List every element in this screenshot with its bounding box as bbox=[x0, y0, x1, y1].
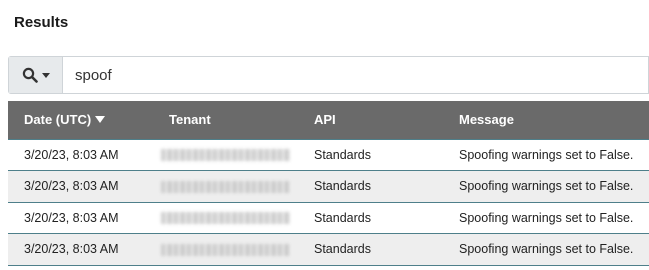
page-title: Results bbox=[14, 14, 69, 31]
cell-api: Standards bbox=[314, 147, 371, 162]
cell-api: Standards bbox=[314, 179, 371, 194]
chevron-down-icon bbox=[41, 72, 50, 78]
table-header-row: Date (UTC) Tenant API Message bbox=[8, 101, 649, 139]
table-row[interactable]: 3/20/23, 8:03 AM Standards Spoofing warn… bbox=[8, 139, 649, 171]
table-row[interactable]: 3/20/23, 8:03 AM Standards Spoofing warn… bbox=[8, 170, 649, 203]
cell-message: Spoofing warnings set to False. bbox=[459, 179, 634, 194]
column-header-message[interactable]: Message bbox=[443, 101, 649, 139]
cell-tenant-redacted bbox=[153, 234, 298, 266]
cell-date: 3/20/23, 8:03 AM bbox=[24, 179, 119, 194]
search-input[interactable] bbox=[63, 57, 648, 93]
search-icon bbox=[22, 67, 38, 83]
cell-date: 3/20/23, 8:03 AM bbox=[24, 210, 119, 225]
table-row[interactable]: 3/20/23, 8:03 AM Standards Spoofing warn… bbox=[8, 202, 649, 234]
search-bar bbox=[8, 56, 649, 94]
cell-message: Spoofing warnings set to False. bbox=[459, 242, 634, 257]
cell-date: 3/20/23, 8:03 AM bbox=[24, 147, 119, 162]
cell-tenant-redacted bbox=[153, 171, 298, 203]
cell-tenant-redacted bbox=[153, 139, 298, 171]
cell-date: 3/20/23, 8:03 AM bbox=[24, 242, 119, 257]
results-table: Date (UTC) Tenant API Message 3/20/23, 8… bbox=[8, 101, 649, 266]
cell-message: Spoofing warnings set to False. bbox=[459, 147, 634, 162]
column-header-tenant[interactable]: Tenant bbox=[153, 101, 298, 139]
table-row[interactable]: 3/20/23, 8:03 AM Standards Spoofing warn… bbox=[8, 233, 649, 266]
search-dropdown-button[interactable] bbox=[9, 57, 63, 93]
sort-desc-icon bbox=[95, 116, 106, 124]
column-header-api[interactable]: API bbox=[298, 101, 443, 139]
cell-api: Standards bbox=[314, 210, 371, 225]
results-page: Results Date (UTC) Tenant API M bbox=[0, 0, 649, 270]
cell-message: Spoofing warnings set to False. bbox=[459, 210, 634, 225]
column-header-date[interactable]: Date (UTC) bbox=[8, 101, 153, 139]
cell-tenant-redacted bbox=[153, 202, 298, 234]
cell-api: Standards bbox=[314, 242, 371, 257]
